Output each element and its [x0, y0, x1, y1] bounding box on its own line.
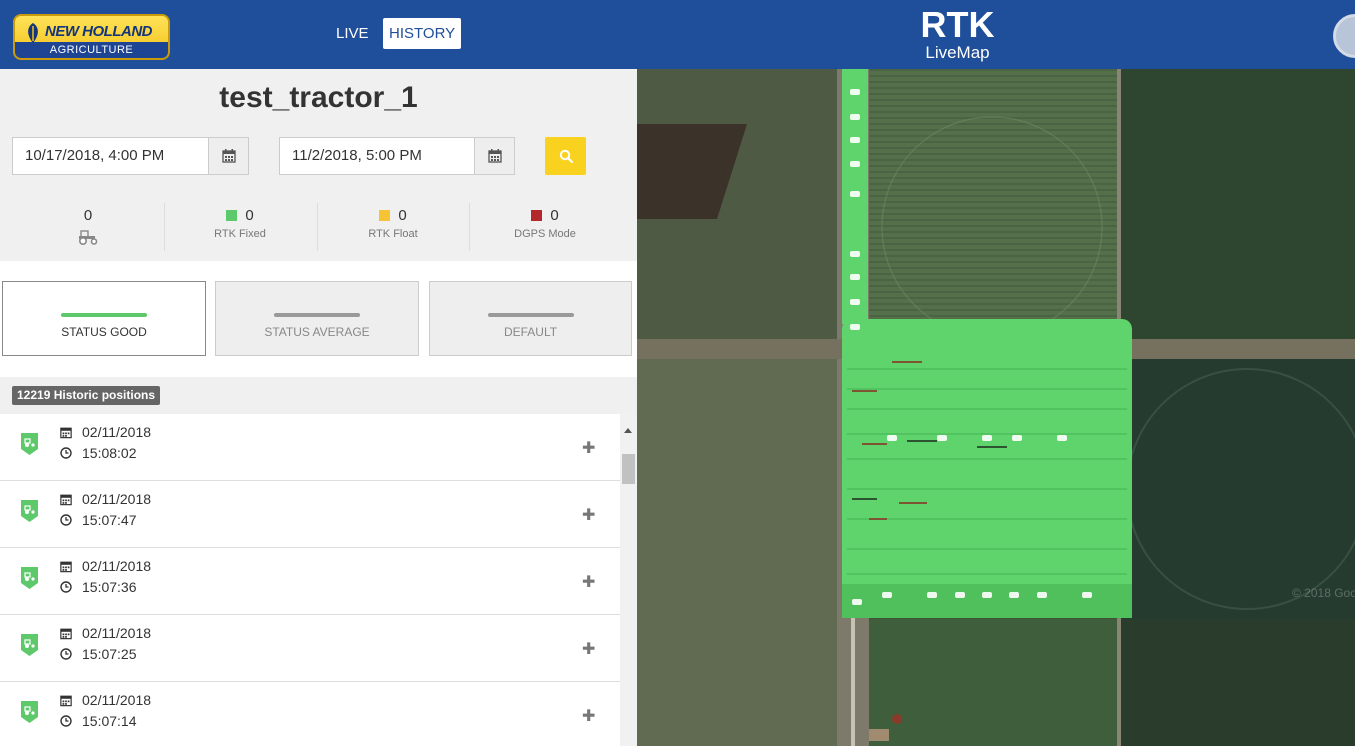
default-button[interactable]: DEFAULT: [429, 281, 632, 356]
history-item-time: 15:07:25: [82, 646, 137, 662]
new-holland-logo[interactable]: NEW HOLLAND AGRICULTURE: [13, 14, 170, 60]
history-item-date: 02/11/2018: [82, 424, 152, 440]
nav-history[interactable]: HISTORY: [383, 18, 462, 49]
history-item-date: 02/11/2018: [82, 491, 152, 507]
map-view[interactable]: © 2018 Google: [637, 69, 1355, 746]
history-item-time: 15:07:14: [82, 713, 137, 729]
brand-subtitle: LiveMap: [925, 43, 990, 62]
history-panel: test_tractor_1 10/17/2018, 4:00 PM 11/2/…: [0, 69, 637, 746]
default-indicator: [488, 313, 574, 317]
calendar-icon: [221, 149, 236, 163]
stat-dgps-value: 0: [550, 206, 559, 224]
search-button[interactable]: [545, 137, 586, 175]
history-item[interactable]: 02/11/2018 15:07:14 ✚: [0, 682, 620, 746]
rtk-fixed-swatch: [226, 209, 238, 221]
history-item[interactable]: 02/11/2018 15:07:47 ✚: [0, 481, 620, 548]
scroll-thumb[interactable]: [622, 454, 635, 484]
stat-rtk-float-value: 0: [398, 206, 407, 224]
status-good-indicator: [61, 313, 147, 317]
logo-subtitle-text: AGRICULTURE: [15, 42, 168, 58]
calendar-icon: [60, 695, 72, 706]
stat-rtk-fixed: 0 RTK Fixed: [164, 205, 316, 255]
tractor-marker-icon: [21, 433, 38, 455]
status-filter-row: STATUS GOOD STATUS AVERAGE DEFAULT: [0, 261, 637, 377]
history-list[interactable]: 02/11/2018 15:08:02 ✚ 02/11/2018 15:07:47 ✚ 02…: [0, 414, 620, 746]
app-header: NEW HOLLAND AGRICULTURE LIVE HISTORY RTK…: [0, 0, 1355, 69]
stat-total: 0: [12, 205, 164, 255]
status-good-label: STATUS GOOD: [61, 325, 147, 339]
status-average-button[interactable]: STATUS AVERAGE: [215, 281, 419, 356]
stat-dgps-label: DGPS Mode: [514, 228, 576, 240]
expand-item-button[interactable]: ✚: [582, 572, 595, 592]
calendar-icon: [60, 494, 72, 505]
clock-icon: [60, 581, 72, 593]
status-average-label: STATUS AVERAGE: [264, 325, 370, 339]
expand-item-button[interactable]: ✚: [582, 505, 595, 525]
user-avatar[interactable]: [1333, 14, 1355, 58]
calendar-icon: [487, 149, 502, 163]
to-date-field[interactable]: 11/2/2018, 5:00 PM: [279, 137, 515, 175]
history-item-date: 02/11/2018: [82, 558, 152, 574]
history-item-date: 02/11/2018: [82, 692, 152, 708]
leaf-logo-icon: [28, 23, 38, 43]
search-icon: [559, 149, 573, 163]
tractor-marker-icon: [21, 634, 38, 656]
to-date-value[interactable]: 11/2/2018, 5:00 PM: [280, 138, 474, 174]
tractor-marker-icon: [21, 567, 38, 589]
to-calendar-button[interactable]: [474, 138, 514, 174]
dgps-swatch: [531, 209, 543, 221]
clock-icon: [60, 715, 72, 727]
history-item-date: 02/11/2018: [82, 625, 152, 641]
calendar-icon: [60, 427, 72, 438]
history-item-time: 15:07:36: [82, 579, 137, 595]
history-item-time: 15:08:02: [82, 445, 137, 461]
tractor-marker-icon: [21, 701, 38, 723]
history-count-badge: 12219 Historic positions: [12, 386, 161, 405]
satellite-map[interactable]: © 2018 Google: [637, 69, 1355, 746]
map-watermark: © 2018 Google: [1292, 586, 1355, 600]
expand-item-button[interactable]: ✚: [582, 438, 595, 458]
app-brand: RTK LiveMap: [900, 6, 1015, 62]
device-title: test_tractor_1: [219, 81, 418, 114]
history-scrollbar[interactable]: [620, 414, 637, 746]
history-item[interactable]: 02/11/2018 15:08:02 ✚: [0, 414, 620, 481]
stat-rtk-float-label: RTK Float: [368, 228, 418, 240]
query-section: test_tractor_1 10/17/2018, 4:00 PM 11/2/…: [0, 69, 637, 261]
nav-live[interactable]: LIVE: [330, 18, 375, 49]
status-good-button[interactable]: STATUS GOOD: [2, 281, 206, 356]
logo-brand-text: NEW HOLLAND: [45, 23, 153, 40]
from-date-field[interactable]: 10/17/2018, 4:00 PM: [12, 137, 249, 175]
stat-dgps: 0 DGPS Mode: [469, 205, 621, 255]
rtk-float-swatch: [379, 209, 391, 221]
tractor-marker-icon: [21, 500, 38, 522]
status-average-indicator: [274, 313, 360, 317]
calendar-icon: [60, 561, 72, 572]
history-item-time: 15:07:47: [82, 512, 137, 528]
scroll-up-icon[interactable]: [624, 428, 632, 433]
from-date-value[interactable]: 10/17/2018, 4:00 PM: [13, 138, 208, 174]
stat-rtk-fixed-value: 0: [245, 206, 254, 224]
clock-icon: [60, 447, 72, 459]
history-item[interactable]: 02/11/2018 15:07:36 ✚: [0, 548, 620, 615]
default-label: DEFAULT: [503, 325, 558, 339]
tractor-icon: [78, 230, 98, 246]
stat-rtk-float: 0 RTK Float: [317, 205, 469, 255]
clock-icon: [60, 514, 72, 526]
stat-total-value: 0: [83, 206, 93, 224]
history-count-row: 12219 Historic positions: [0, 377, 637, 414]
expand-item-button[interactable]: ✚: [582, 639, 595, 659]
from-calendar-button[interactable]: [208, 138, 248, 174]
expand-item-button[interactable]: ✚: [582, 706, 595, 726]
calendar-icon: [60, 628, 72, 639]
clock-icon: [60, 648, 72, 660]
stat-rtk-fixed-label: RTK Fixed: [214, 228, 266, 240]
history-item[interactable]: 02/11/2018 15:07:25 ✚: [0, 615, 620, 682]
brand-title: RTK: [920, 4, 995, 45]
